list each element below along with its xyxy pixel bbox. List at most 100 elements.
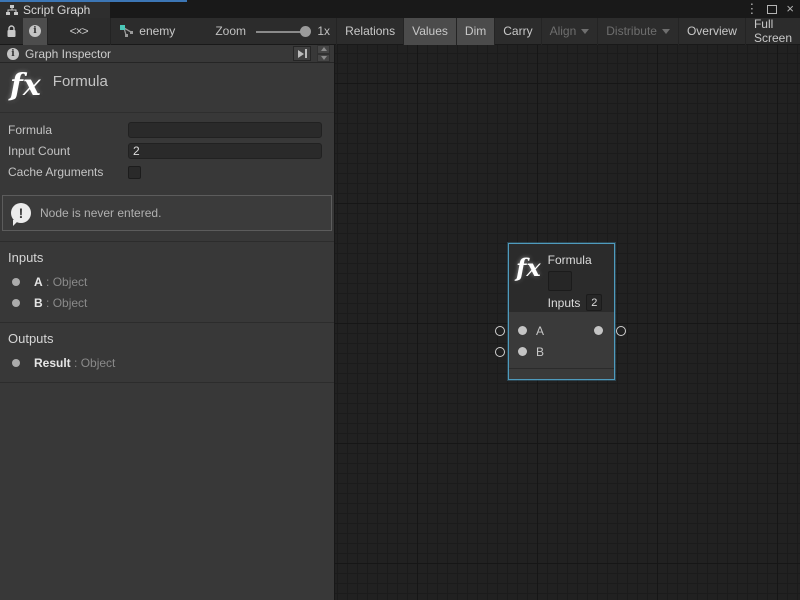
dock-panel-button[interactable] bbox=[293, 46, 311, 61]
port-dot-icon bbox=[12, 359, 20, 367]
outputs-section: Outputs Result : Object bbox=[0, 322, 334, 383]
port-separator: : bbox=[43, 275, 53, 289]
overview-button[interactable]: Overview bbox=[678, 18, 745, 45]
dim-label: Dim bbox=[465, 24, 486, 38]
port-dot-icon bbox=[12, 299, 20, 307]
warning-text: Node is never entered. bbox=[40, 206, 161, 220]
dim-button[interactable]: Dim bbox=[456, 18, 494, 45]
external-port-handle-a[interactable] bbox=[495, 326, 505, 336]
lock-button[interactable] bbox=[0, 18, 23, 45]
align-label: Align bbox=[550, 24, 577, 38]
outputs-section-header: Outputs bbox=[0, 329, 334, 352]
full-screen-button[interactable]: Full Screen bbox=[745, 18, 800, 45]
values-label: Values bbox=[412, 24, 448, 38]
input-port-row-b: B : Object bbox=[0, 292, 334, 313]
zoom-slider-handle[interactable] bbox=[300, 26, 311, 37]
toolbar-button-group: Relations Values Dim Carry Align Distrib… bbox=[336, 18, 800, 45]
cache-arguments-field-row: Cache Arguments bbox=[0, 162, 334, 182]
inspector-toggle-button[interactable]: i bbox=[23, 18, 47, 45]
port-type: Object bbox=[53, 275, 88, 289]
input-port-a[interactable] bbox=[518, 326, 527, 335]
kebab-menu-icon[interactable]: ⋮ bbox=[745, 0, 758, 18]
carry-button[interactable]: Carry bbox=[494, 18, 540, 45]
graph-canvas[interactable]: fx Formula Inputs 2 A bbox=[335, 45, 800, 600]
lock-icon bbox=[6, 25, 17, 38]
formula-node-footer bbox=[509, 368, 614, 379]
chevron-down-icon bbox=[321, 56, 327, 60]
distribute-dropdown[interactable]: Distribute bbox=[597, 18, 678, 45]
unity-script-graph-window: Script Graph ⋮ × i <×> bbox=[0, 0, 800, 600]
tab-label: Script Graph bbox=[23, 3, 90, 17]
panel-scroll-spinner bbox=[317, 45, 330, 62]
formula-field-row: Formula bbox=[0, 120, 334, 140]
overview-label: Overview bbox=[687, 24, 737, 38]
node-port-row-b: B bbox=[509, 341, 614, 362]
scroll-down-button[interactable] bbox=[317, 54, 330, 63]
info-icon: i bbox=[29, 25, 41, 37]
warning-box: ! Node is never entered. bbox=[2, 195, 332, 231]
port-name: Result bbox=[34, 356, 71, 370]
tab-script-graph[interactable]: Script Graph bbox=[0, 2, 110, 18]
relations-button[interactable]: Relations bbox=[336, 18, 403, 45]
port-type: Object bbox=[53, 296, 88, 310]
formula-node-head-fields: Formula Inputs 2 bbox=[548, 253, 603, 311]
output-port-row-result: Result : Object bbox=[0, 352, 334, 373]
node-summary: fx Formula bbox=[0, 63, 334, 113]
zoom-slider[interactable] bbox=[256, 18, 311, 45]
align-dropdown[interactable]: Align bbox=[541, 18, 598, 45]
cache-arguments-checkbox[interactable] bbox=[128, 166, 141, 179]
graph-inspector-header: i Graph Inspector bbox=[0, 45, 334, 63]
scroll-up-button[interactable] bbox=[317, 45, 330, 54]
node-fields: Formula Input Count Cache Arguments bbox=[0, 113, 334, 187]
output-port-result[interactable] bbox=[594, 326, 603, 335]
main-split: i Graph Inspector fx Formula Formula bbox=[0, 45, 800, 600]
close-icon[interactable]: × bbox=[786, 0, 794, 18]
input-port-row-a: A : Object bbox=[0, 271, 334, 292]
inputs-section-header: Inputs bbox=[0, 248, 334, 271]
chevron-down-icon bbox=[581, 29, 589, 34]
port-name: B bbox=[34, 296, 43, 310]
port-separator: : bbox=[43, 296, 53, 310]
carry-label: Carry bbox=[503, 24, 532, 38]
maximize-icon[interactable] bbox=[767, 5, 777, 14]
formula-input[interactable] bbox=[128, 122, 322, 138]
port-name: A bbox=[34, 275, 43, 289]
input-count-field-row: Input Count bbox=[0, 141, 334, 161]
zoom-slider-track bbox=[256, 31, 305, 33]
node-port-label-b: B bbox=[536, 345, 544, 359]
full-screen-label: Full Screen bbox=[754, 17, 792, 45]
dock-bar-icon bbox=[305, 49, 307, 58]
zoom-value: 1x bbox=[317, 24, 330, 38]
chevron-down-icon bbox=[662, 29, 670, 34]
graph-asset-breadcrumb[interactable]: enemy bbox=[110, 24, 187, 38]
titlebar: Script Graph ⋮ × bbox=[0, 0, 800, 18]
chevron-up-icon bbox=[321, 47, 327, 51]
dock-arrow-icon bbox=[298, 50, 304, 58]
graph-inspector-title: Graph Inspector bbox=[25, 47, 287, 61]
cache-arguments-field-label: Cache Arguments bbox=[8, 165, 128, 179]
graph-asset-icon bbox=[120, 25, 133, 37]
code-icon: <×> bbox=[70, 24, 88, 38]
graph-toolbar: i <×> enemy Zoom 1x Relations bbox=[0, 18, 800, 45]
external-port-handle-result[interactable] bbox=[616, 326, 626, 336]
formula-fx-icon: fx bbox=[516, 256, 541, 280]
port-separator: : bbox=[71, 356, 81, 370]
formula-node-header[interactable]: fx Formula Inputs 2 bbox=[509, 244, 614, 312]
input-port-b[interactable] bbox=[518, 347, 527, 356]
formula-node-title: Formula bbox=[548, 253, 603, 267]
external-port-handle-b[interactable] bbox=[495, 347, 505, 357]
formula-node[interactable]: fx Formula Inputs 2 A bbox=[508, 243, 615, 380]
inspector-node-title: Formula bbox=[53, 73, 108, 90]
node-formula-input[interactable] bbox=[548, 271, 572, 291]
values-button[interactable]: Values bbox=[403, 18, 456, 45]
input-count-input[interactable] bbox=[128, 143, 322, 159]
input-count-field-label: Input Count bbox=[8, 144, 128, 158]
graph-inspector-panel: i Graph Inspector fx Formula Formula bbox=[0, 45, 335, 600]
edit-script-button[interactable]: <×> bbox=[48, 18, 110, 45]
node-input-count-input[interactable]: 2 bbox=[586, 294, 602, 311]
formula-fx-icon: fx bbox=[10, 71, 41, 101]
graph-hierarchy-icon bbox=[6, 5, 18, 16]
node-port-label-a: A bbox=[536, 324, 544, 338]
inputs-section: Inputs A : Object B : Object bbox=[0, 241, 334, 322]
warning-bubble-icon: ! bbox=[11, 203, 31, 223]
